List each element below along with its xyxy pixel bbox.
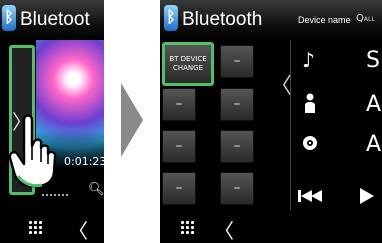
screen-title: Bluetooth bbox=[182, 9, 263, 30]
header-bar: Bluetooth Device name QALL bbox=[160, 0, 382, 40]
right-screen: Bluetooth Device name QALL BT DEVICE CHA… bbox=[160, 0, 382, 243]
pointing-hand-icon bbox=[8, 114, 57, 188]
previous-track-icon[interactable] bbox=[298, 190, 324, 202]
music-note-icon[interactable]: ♪ bbox=[302, 48, 315, 72]
artist-icon[interactable] bbox=[304, 92, 316, 114]
song-letter: S bbox=[366, 48, 380, 73]
device-name-button[interactable]: Device name bbox=[298, 15, 351, 25]
bt-device-change-label: BT DEVICE CHANGE bbox=[169, 55, 207, 72]
bluetooth-logo-icon bbox=[2, 5, 16, 31]
preset-key[interactable]: – bbox=[220, 88, 254, 121]
q-all-icon[interactable]: QALL bbox=[356, 13, 375, 24]
bluetooth-logo-icon bbox=[164, 5, 178, 31]
artist-letter: A bbox=[366, 92, 382, 117]
preset-key[interactable]: – bbox=[220, 130, 254, 163]
bt-device-change-button[interactable]: BT DEVICE CHANGE bbox=[162, 42, 214, 86]
play-icon[interactable] bbox=[360, 188, 376, 204]
chevron-left-icon[interactable]: 〈 bbox=[68, 215, 88, 243]
grid-icon[interactable] bbox=[180, 220, 195, 235]
q-label: Q bbox=[356, 13, 364, 24]
footer-bar: 〈 bbox=[0, 211, 104, 243]
search-icon[interactable]: 🔍︎ bbox=[88, 182, 104, 197]
header-bar: Bluetoot bbox=[0, 0, 104, 40]
preset-key[interactable]: – bbox=[220, 172, 254, 205]
transition-arrow bbox=[121, 83, 143, 157]
album-icon[interactable] bbox=[302, 135, 318, 151]
preset-key[interactable]: – bbox=[162, 130, 196, 163]
divider bbox=[290, 40, 291, 210]
elapsed-time: 0:01:23 bbox=[64, 155, 104, 168]
footer-bar: 〈 bbox=[160, 211, 382, 243]
screen-title: Bluetoot bbox=[20, 9, 90, 30]
chevron-left-icon[interactable]: 〈 bbox=[214, 215, 234, 243]
q-all-label: ALL bbox=[363, 16, 375, 23]
chevron-left-icon[interactable]: 〈 bbox=[270, 68, 292, 100]
preset-key[interactable]: – bbox=[162, 88, 196, 121]
grid-icon[interactable] bbox=[28, 220, 43, 235]
album-letter: Al bbox=[366, 132, 382, 157]
preset-key[interactable]: – bbox=[220, 45, 254, 78]
preset-key[interactable]: – bbox=[162, 172, 196, 205]
